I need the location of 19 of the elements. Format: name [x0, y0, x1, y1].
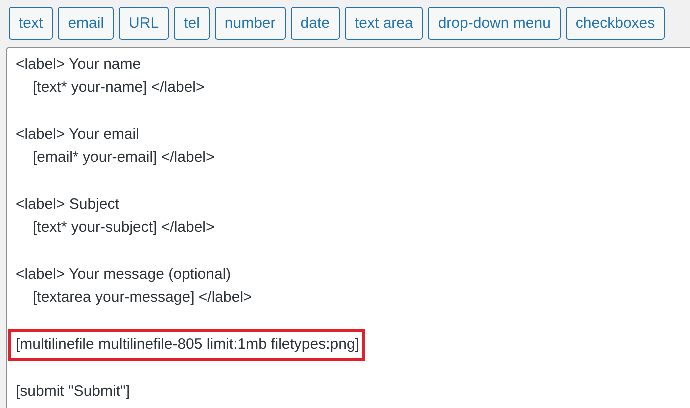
code-line: [textarea your-message] </label> [32, 288, 252, 308]
tag-button[interactable]: date [290, 7, 340, 40]
code-line: <label> Your name [16, 55, 142, 75]
tag-button[interactable]: drop-down menu [428, 7, 561, 40]
code-line: <label> Subject [16, 194, 120, 215]
code-line: [submit "Submit"] [16, 382, 130, 402]
code-line: <label> Your email [16, 124, 140, 145]
tag-button[interactable]: tel [174, 7, 210, 40]
code-line: <label> Your message (optional) [16, 264, 232, 285]
tag-button[interactable]: email [58, 7, 114, 40]
tag-button[interactable]: text [9, 7, 54, 40]
code-line: [email* your-email] </label> [32, 148, 215, 168]
code-line: [text* your-subject] </label> [32, 218, 215, 238]
code-line: [text* your-name] </label> [32, 78, 205, 98]
tag-button[interactable]: text area [344, 7, 424, 40]
code-editor[interactable] [6, 47, 690, 408]
tag-button[interactable]: number [214, 7, 286, 40]
tag-button[interactable]: URL [119, 7, 170, 40]
tag-button[interactable]: checkboxes [566, 7, 666, 40]
